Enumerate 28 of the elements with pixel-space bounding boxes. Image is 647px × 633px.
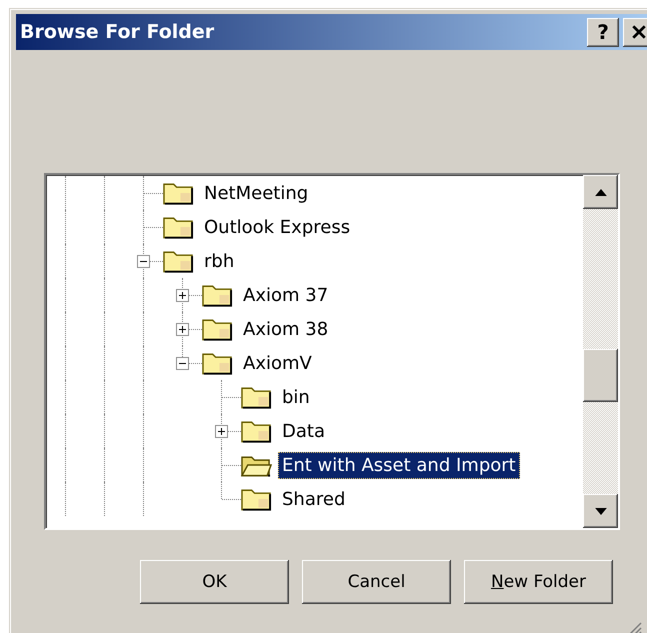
window-title: Browse For Folder xyxy=(20,21,214,43)
folder-item[interactable]: AxiomV xyxy=(239,350,316,376)
expand-button[interactable] xyxy=(176,289,189,302)
help-button[interactable]: ? xyxy=(587,18,619,46)
folder-item[interactable]: Axiom 37 xyxy=(239,282,332,308)
folder-item[interactable]: Ent with Asset and Import xyxy=(278,452,520,478)
close-button[interactable] xyxy=(623,18,647,46)
expand-button[interactable] xyxy=(215,425,228,438)
scroll-up-button[interactable] xyxy=(583,175,618,209)
down-arrow-icon xyxy=(594,508,606,514)
up-arrow-icon xyxy=(594,188,606,196)
scroll-thumb[interactable] xyxy=(583,349,618,402)
dialog-button[interactable]: New Folder xyxy=(464,560,613,604)
collapse-button[interactable] xyxy=(137,255,150,268)
folder-item[interactable]: bin xyxy=(278,384,314,410)
folder-item[interactable]: NetMeeting xyxy=(200,180,312,206)
folder-item[interactable]: Shared xyxy=(278,486,350,512)
folder-item[interactable]: Data xyxy=(278,418,329,444)
dialog-button[interactable]: Cancel xyxy=(302,560,451,604)
scroll-down-button[interactable] xyxy=(583,494,618,528)
expand-button[interactable] xyxy=(176,323,189,336)
folder-item[interactable]: Axiom 38 xyxy=(239,316,332,342)
collapse-button[interactable] xyxy=(176,357,189,370)
dialog-button[interactable]: OK xyxy=(140,560,289,604)
folder-item[interactable]: rbh xyxy=(200,248,238,274)
folder-item[interactable]: Outlook Express xyxy=(200,214,354,240)
scrollbar[interactable] xyxy=(583,175,618,528)
close-icon xyxy=(631,25,647,39)
